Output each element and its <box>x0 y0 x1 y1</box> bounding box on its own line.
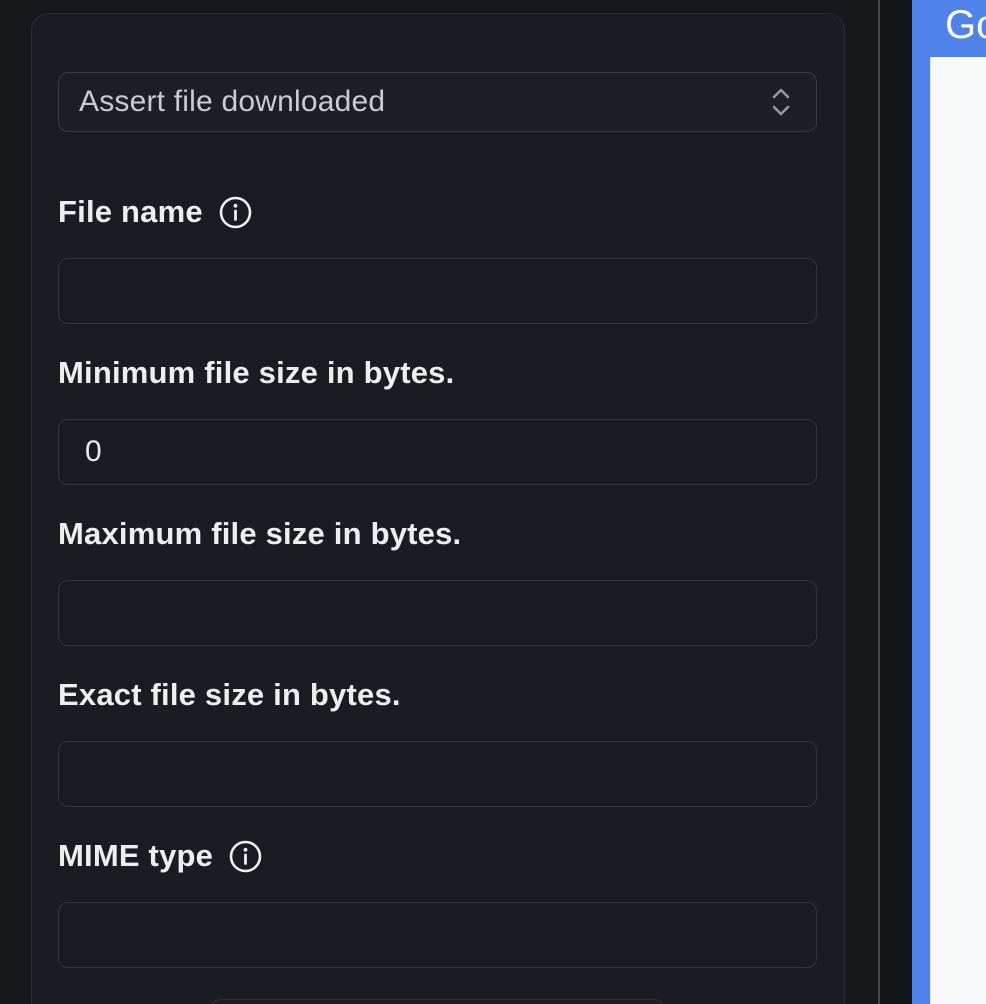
field-min-size: Minimum file size in bytes. <box>58 355 817 485</box>
min-file-size-input[interactable] <box>58 419 817 485</box>
field-label-row: File name <box>58 194 817 230</box>
preview-page-title: Go <box>945 3 986 47</box>
field-label-row: Exact file size in bytes. <box>58 677 817 713</box>
info-icon[interactable] <box>228 839 263 874</box>
max-file-size-input[interactable] <box>58 580 817 646</box>
field-label: File name <box>58 194 203 229</box>
field-label: Exact file size in bytes. <box>58 677 401 712</box>
main-content-area: Go <box>880 0 986 1004</box>
field-file-name: File name <box>58 194 817 324</box>
page-preview-highlight[interactable]: Go <box>912 0 986 1004</box>
screen: Assert file downloaded File name Minimum… <box>0 0 986 1004</box>
field-label: MIME type <box>58 838 214 873</box>
side-panel: Assert file downloaded File name Minimum… <box>0 0 879 1004</box>
field-exact-size: Exact file size in bytes. <box>58 677 817 807</box>
preview-page-surface <box>930 57 986 1004</box>
exact-file-size-input[interactable] <box>58 741 817 807</box>
field-mime-type: MIME type <box>58 838 817 968</box>
field-label: Minimum file size in bytes. <box>58 355 455 390</box>
chevrons-up-down-icon <box>772 88 790 116</box>
info-icon[interactable] <box>218 195 253 230</box>
file-name-input[interactable] <box>58 258 817 324</box>
field-label-row: Minimum file size in bytes. <box>58 355 817 391</box>
action-select-value: Assert file downloaded <box>79 85 386 118</box>
field-label: Maximum file size in bytes. <box>58 516 462 551</box>
field-max-size: Maximum file size in bytes. <box>58 516 817 646</box>
delete-button-partial[interactable] <box>209 999 666 1004</box>
field-label-row: Maximum file size in bytes. <box>58 516 817 552</box>
action-select[interactable]: Assert file downloaded <box>58 72 817 132</box>
field-label-row: MIME type <box>58 838 817 874</box>
step-editor-card: Assert file downloaded File name Minimum… <box>31 13 845 1004</box>
mime-type-input[interactable] <box>58 902 817 968</box>
